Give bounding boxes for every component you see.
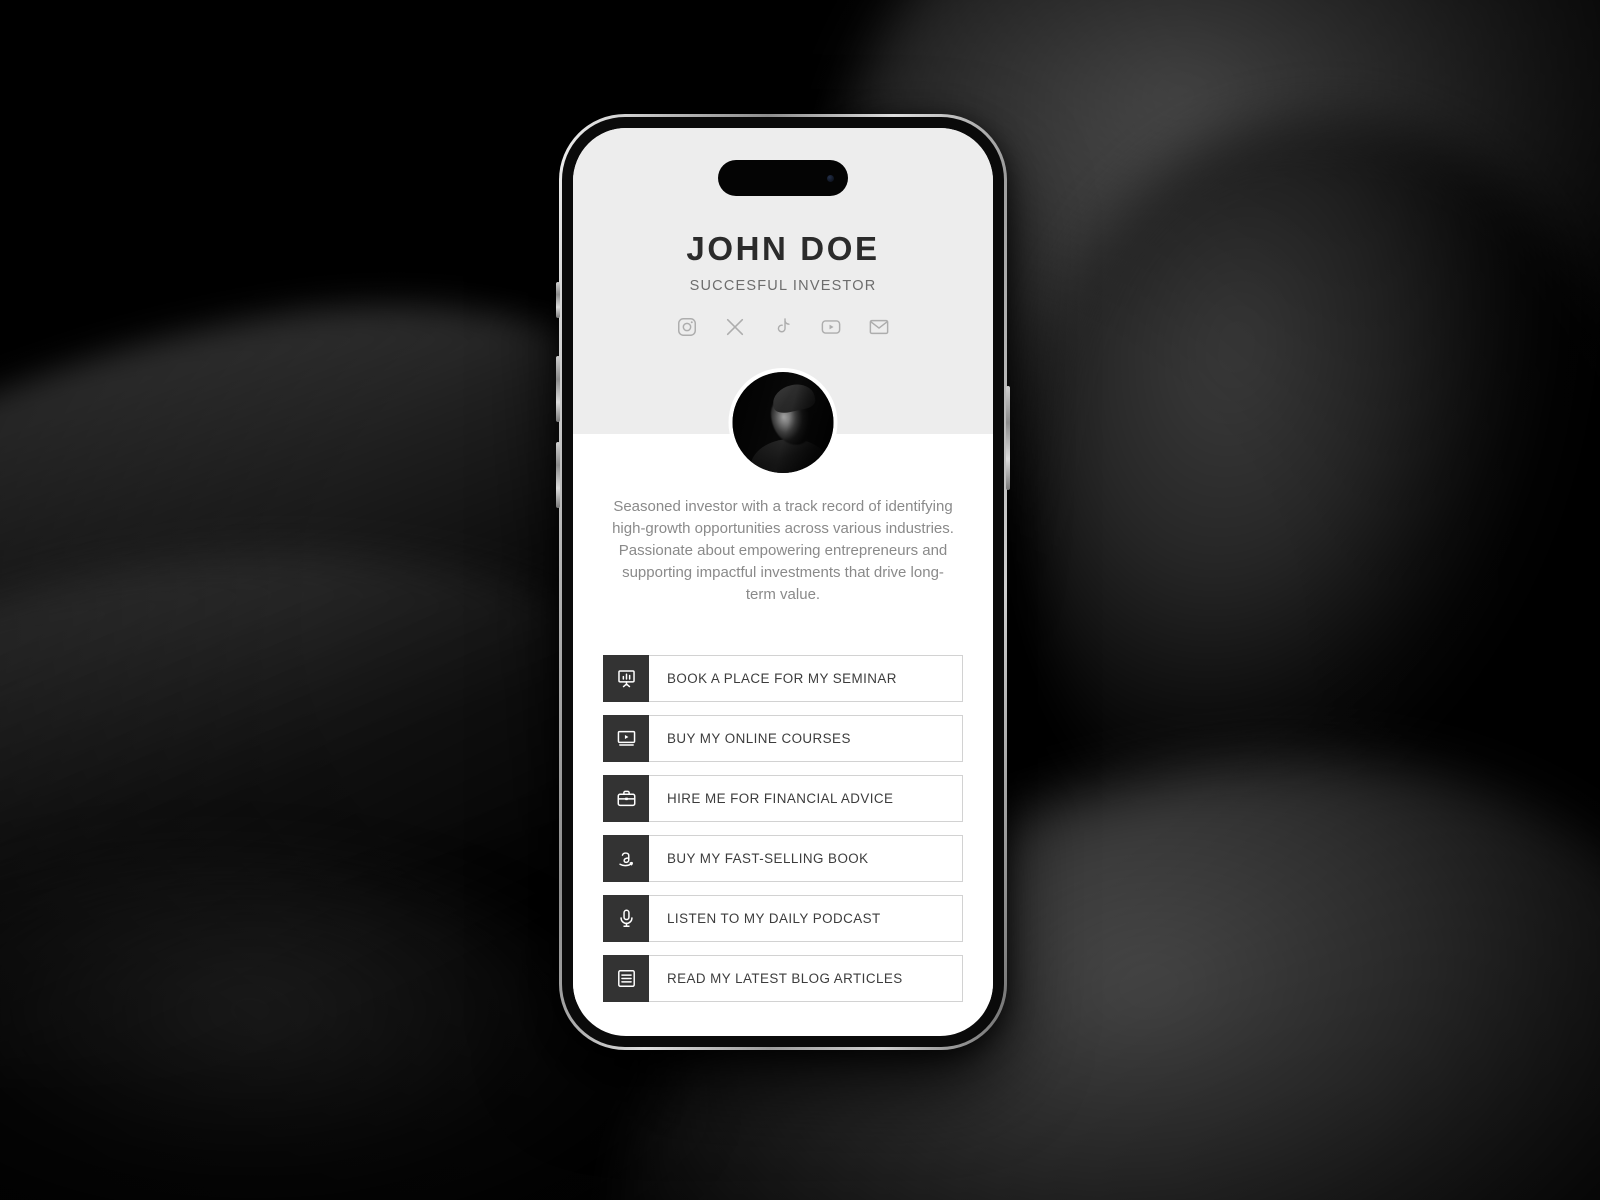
- volume-down-button[interactable]: [556, 442, 560, 508]
- dynamic-island: [718, 160, 848, 196]
- microphone-icon: [603, 895, 649, 943]
- profile-bio: Seasoned investor with a track record of…: [612, 498, 954, 604]
- link-label: HIRE ME FOR FINANCIAL ADVICE: [667, 791, 894, 807]
- briefcase-icon: [603, 775, 649, 823]
- link-list: BOOK A PLACE FOR MY SEMINAR BUY MY ONLIN…: [573, 655, 993, 1003]
- link-item-blog[interactable]: READ MY LATEST BLOG ARTICLES: [603, 955, 963, 1003]
- avatar-image: [732, 372, 834, 473]
- avatar: [728, 368, 838, 477]
- link-label: READ MY LATEST BLOG ARTICLES: [667, 971, 903, 987]
- amazon-icon: [603, 835, 649, 883]
- power-button[interactable]: [1006, 386, 1010, 490]
- phone-mockup: JOHN DOE SUCCESFUL INVESTOR Seasoned inv…: [556, 114, 1010, 1050]
- x-twitter-icon[interactable]: [724, 316, 746, 338]
- profile-body: Seasoned investor with a track record of…: [573, 434, 993, 1003]
- profile-tagline: SUCCESFUL INVESTOR: [689, 278, 877, 294]
- avatar-shading: [732, 372, 834, 473]
- link-label: BUY MY FAST-SELLING BOOK: [667, 851, 869, 867]
- link-item-book[interactable]: BUY MY FAST-SELLING BOOK: [603, 835, 963, 883]
- link-item-seminar[interactable]: BOOK A PLACE FOR MY SEMINAR: [603, 655, 963, 703]
- page-title: JOHN DOE: [686, 230, 880, 267]
- presentation-chart-icon: [603, 655, 649, 703]
- link-item-advice[interactable]: HIRE ME FOR FINANCIAL ADVICE: [603, 775, 963, 823]
- link-label: BUY MY ONLINE COURSES: [667, 731, 851, 747]
- phone-screen: JOHN DOE SUCCESFUL INVESTOR Seasoned inv…: [573, 128, 993, 1036]
- youtube-icon[interactable]: [820, 316, 842, 338]
- link-label: BOOK A PLACE FOR MY SEMINAR: [667, 671, 897, 687]
- social-links: [573, 316, 993, 338]
- email-icon[interactable]: [868, 316, 890, 338]
- article-icon: [603, 955, 649, 1003]
- volume-up-button[interactable]: [556, 356, 560, 422]
- tiktok-icon[interactable]: [772, 316, 794, 338]
- silence-switch[interactable]: [556, 282, 560, 318]
- link-item-courses[interactable]: BUY MY ONLINE COURSES: [603, 715, 963, 763]
- link-label: LISTEN TO MY DAILY PODCAST: [667, 911, 881, 927]
- video-player-icon: [603, 715, 649, 763]
- link-item-podcast[interactable]: LISTEN TO MY DAILY PODCAST: [603, 895, 963, 943]
- instagram-icon[interactable]: [676, 316, 698, 338]
- front-camera-icon: [827, 174, 834, 182]
